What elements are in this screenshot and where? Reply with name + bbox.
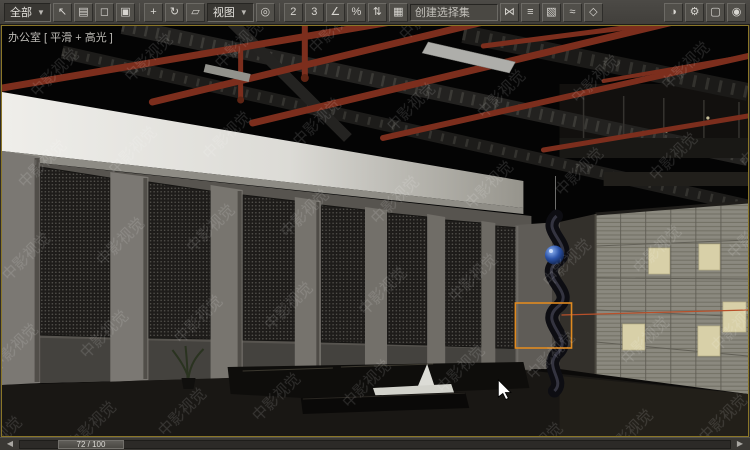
- select-and-scale-icon[interactable]: ▱: [185, 2, 205, 22]
- use-pivot-point-icon[interactable]: ◎: [255, 2, 275, 22]
- perspective-viewport[interactable]: 中影视觉 中影视觉: [1, 25, 749, 437]
- reference-coordinate-label: 视图: [212, 7, 235, 19]
- edit-selection-sets-icon[interactable]: ▦: [388, 2, 408, 22]
- scene-render: 中影视觉 中影视觉: [2, 26, 748, 436]
- percent-snap-icon[interactable]: %: [346, 2, 366, 22]
- rendered-frame-window-icon[interactable]: ▢: [706, 2, 725, 22]
- named-selection-set-input[interactable]: [409, 3, 498, 21]
- selection-filter-dropdown[interactable]: 全部 ▼: [4, 2, 51, 22]
- 3dsmax-window: 全部 ▼ ↖ ▤ ◻ ▣ + ↻ ▱ 视图 ▼ ◎ 2 3 ∠ % ⇅ ▦ ⋈ …: [0, 0, 750, 450]
- snap-2d-icon[interactable]: 2: [283, 2, 303, 22]
- select-and-rotate-icon[interactable]: ↻: [164, 2, 184, 22]
- mirror-icon[interactable]: ⋈: [499, 2, 519, 22]
- layer-manager-icon[interactable]: ▧: [541, 2, 561, 22]
- time-slider-handle[interactable]: 72 / 100: [58, 439, 124, 449]
- select-by-name-icon[interactable]: ▤: [73, 2, 93, 22]
- quick-render-icon[interactable]: ◉: [727, 2, 746, 22]
- render-toolbar-group: ◑ ⚙ ▢ ◉: [664, 2, 746, 22]
- previous-frame-icon[interactable]: ◀: [4, 440, 16, 448]
- watermark-overlay: [2, 26, 748, 436]
- main-toolbar: 全部 ▼ ↖ ▤ ◻ ▣ + ↻ ▱ 视图 ▼ ◎ 2 3 ∠ % ⇅ ▦ ⋈ …: [0, 0, 750, 25]
- time-slider-bar: ◀ 72 / 100 ▶: [0, 437, 750, 450]
- rectangular-selection-icon[interactable]: ◻: [94, 2, 114, 22]
- curve-editor-icon[interactable]: ≈: [562, 2, 582, 22]
- reference-coordinate-dropdown[interactable]: 视图 ▼: [206, 2, 254, 22]
- selection-filter-label: 全部: [10, 7, 32, 19]
- material-editor-icon[interactable]: ◑: [664, 2, 683, 22]
- spinner-snap-icon[interactable]: ⇅: [367, 2, 387, 22]
- select-and-move-icon[interactable]: +: [143, 2, 163, 22]
- align-icon[interactable]: ≡: [520, 2, 540, 22]
- time-slider-track[interactable]: 72 / 100: [19, 439, 731, 449]
- angle-snap-icon[interactable]: ∠: [325, 2, 345, 22]
- snap-3d-icon[interactable]: 3: [304, 2, 324, 22]
- toolbar-separator: [278, 3, 280, 21]
- schematic-view-icon[interactable]: ◇: [583, 2, 603, 22]
- select-object-icon[interactable]: ↖: [52, 2, 72, 22]
- render-setup-icon[interactable]: ⚙: [685, 2, 704, 22]
- dropdown-arrow-icon: ▼: [37, 7, 45, 17]
- toolbar-separator: [138, 3, 140, 21]
- window-crossing-icon[interactable]: ▣: [115, 2, 135, 22]
- next-frame-icon[interactable]: ▶: [734, 440, 746, 448]
- dropdown-arrow-icon: ▼: [239, 7, 248, 17]
